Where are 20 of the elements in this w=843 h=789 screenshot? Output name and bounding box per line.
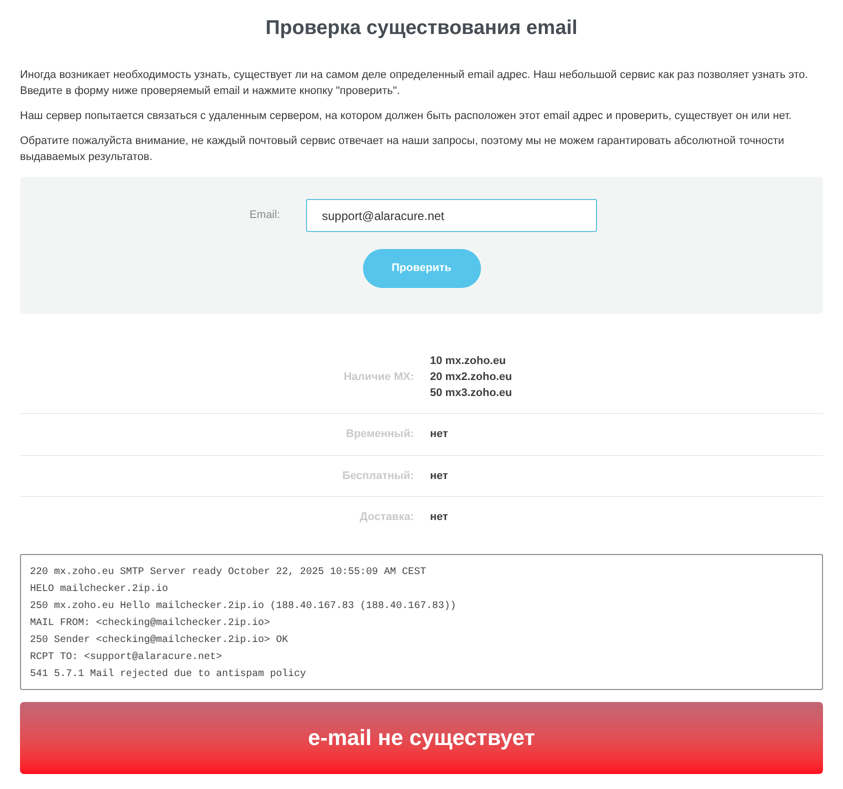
log-line: 220 mx.zoho.eu SMTP Server ready October 22, 2025 10:55:09 AM CEST <box>30 566 428 580</box>
result-message: e-mail не существует <box>308 724 535 752</box>
log-line: 541 5.7.1 Mail rejected due to antispam policy <box>30 668 308 682</box>
log-line: MAIL FROM: <checking@mailchecker.2ip.io> <box>30 616 272 630</box>
email-input[interactable]: support@alaracure.net <box>306 199 597 232</box>
result-value: нет <box>430 510 450 526</box>
log-line: 250 Sender <checking@mailchecker.2ip.io> OK <box>30 634 290 648</box>
result-value: 50 mx3.zoho.eu <box>430 386 513 401</box>
result-value: 10 mx.zoho.eu <box>430 354 507 369</box>
log-line: 250 mx.zoho.eu Hello mailchecker.2ip.io (188.40.167.83 (188.40.167.83)) <box>30 600 458 614</box>
result-value: нет <box>430 468 450 484</box>
intro-paragraph: Обратите пожалуйста внимание, не каждый почтовый сервис отвечает на наши запросы, поэтому мы не можем гарантировать абсолютной точности выдаваемых результатов. <box>20 134 786 165</box>
result-value: 20 mx2.zoho.eu <box>430 370 513 385</box>
email-label: Email: <box>249 208 280 224</box>
result-value: нет <box>430 427 450 442</box>
intro-paragraph: Иногда возникает необходимость узнать, существует ли на самом деле определенный email адрес. Наш небольшой сервис как раз позволяет узнать это. Введите в форму ниже проверяемый email и нажмите кнопку "проверить". <box>20 68 809 99</box>
intro-paragraph: Наш сервер попытается связаться с удаленным сервером, на котором должен быть расположен этот email адрес и проверить, существует он или нет. <box>20 109 793 124</box>
log-line: RCPT TO: <support@alaracure.net> <box>30 650 224 664</box>
log-line: HELO mailchecker.2ip.io <box>30 582 170 596</box>
page-title: Проверка существования email <box>264 16 578 41</box>
